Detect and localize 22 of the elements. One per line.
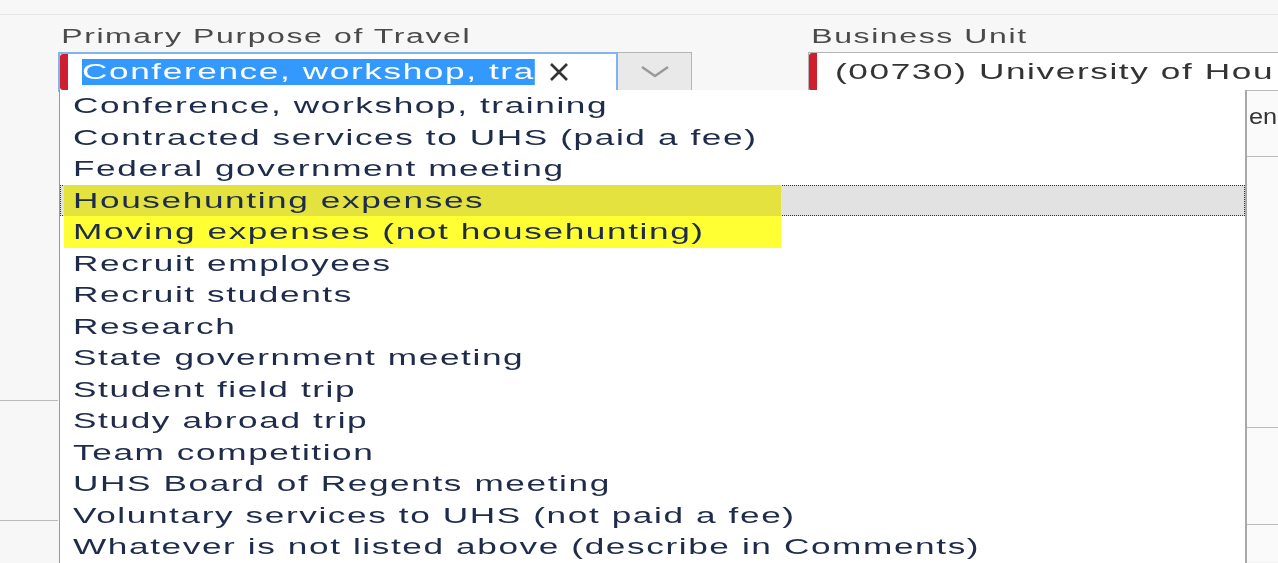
dropdown-option[interactable]: Contracted services to UHS (paid a fee) xyxy=(60,121,1245,153)
partial-label: en xyxy=(1249,104,1278,130)
option-label: Moving expenses (not househunting) xyxy=(73,218,705,246)
dropdown-option[interactable]: Recruit students xyxy=(60,279,1245,311)
dropdown-option[interactable]: UHS Board of Regents meeting xyxy=(60,468,1245,500)
dropdown-option[interactable]: Research xyxy=(60,310,1245,342)
field-label: Business Unit xyxy=(810,25,1028,48)
dropdown-option[interactable]: Student field trip xyxy=(60,373,1245,405)
dropdown-option[interactable]: Moving expenses (not househunting) xyxy=(60,216,1245,248)
dropdown-option[interactable]: Federal government meeting xyxy=(60,153,1245,185)
dropdown-option[interactable]: Whatever is not listed above (describe in Comments) xyxy=(60,531,1245,563)
dropdown-option[interactable]: State government meeting xyxy=(60,342,1245,374)
dropdown-option[interactable]: Voluntary services to UHS (not paid a fee) xyxy=(60,499,1245,531)
business-unit-field[interactable]: (00730) University of Hou xyxy=(808,52,1278,92)
chevron-down-icon xyxy=(639,65,670,79)
dropdown-option[interactable]: Conference, workshop, training xyxy=(60,90,1245,122)
dropdown-option[interactable]: Study abroad trip xyxy=(60,405,1245,437)
dropdown-option[interactable]: Team competition xyxy=(60,436,1245,468)
dropdown-option[interactable]: Recruit employees xyxy=(60,247,1245,279)
field-label: Primary Purpose of Travel xyxy=(60,25,472,48)
option-label: Househunting expenses xyxy=(73,186,485,215)
dropdown-option[interactable]: Househunting expenses xyxy=(60,184,1245,216)
